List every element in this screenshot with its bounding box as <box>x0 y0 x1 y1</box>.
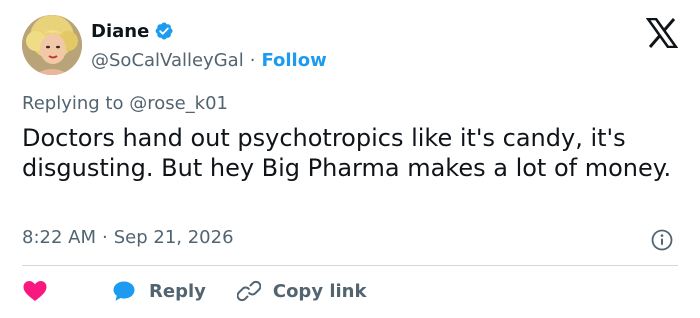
link-icon <box>236 280 261 302</box>
follow-button[interactable]: Follow <box>261 50 326 71</box>
author-handle[interactable]: @SoCalValleyGal <box>91 50 244 71</box>
reply-context: Replying to @rose_k01 <box>22 93 228 114</box>
author-name-row: Diane <box>91 19 174 43</box>
reply-label: Reply <box>149 280 206 302</box>
verified-badge-icon <box>154 21 174 41</box>
tweet-text: Doctors hand out psychotropics like it's… <box>22 124 672 182</box>
tweet-time[interactable]: 8:22 AM <box>22 227 96 248</box>
heart-icon[interactable] <box>22 279 48 303</box>
reply-context-prefix: Replying to <box>22 93 130 114</box>
tweet-card: Diane @SoCalValleyGal · Follow Replying … <box>0 0 700 318</box>
copy-link-label: Copy link <box>272 280 367 302</box>
handle-separator: · <box>249 49 256 71</box>
action-bar: Reply Copy link <box>22 277 366 305</box>
info-icon[interactable] <box>651 229 673 251</box>
date-separator: · <box>102 227 108 248</box>
speech-bubble-icon <box>113 281 135 301</box>
tweet-date[interactable]: Sep 21, 2026 <box>114 227 234 248</box>
copy-link-button[interactable]: Copy link <box>236 279 367 303</box>
divider <box>22 265 678 266</box>
reply-button[interactable]: Reply <box>112 280 206 302</box>
author-name[interactable]: Diane <box>91 21 149 42</box>
avatar[interactable] <box>22 15 82 75</box>
x-logo-icon[interactable] <box>645 17 679 49</box>
tweet-timestamp[interactable]: 8:22 AM · Sep 21, 2026 <box>22 227 234 248</box>
reply-mention-link[interactable]: @rose_k01 <box>129 93 228 114</box>
author-handle-row: @SoCalValleyGal · Follow <box>91 48 327 72</box>
